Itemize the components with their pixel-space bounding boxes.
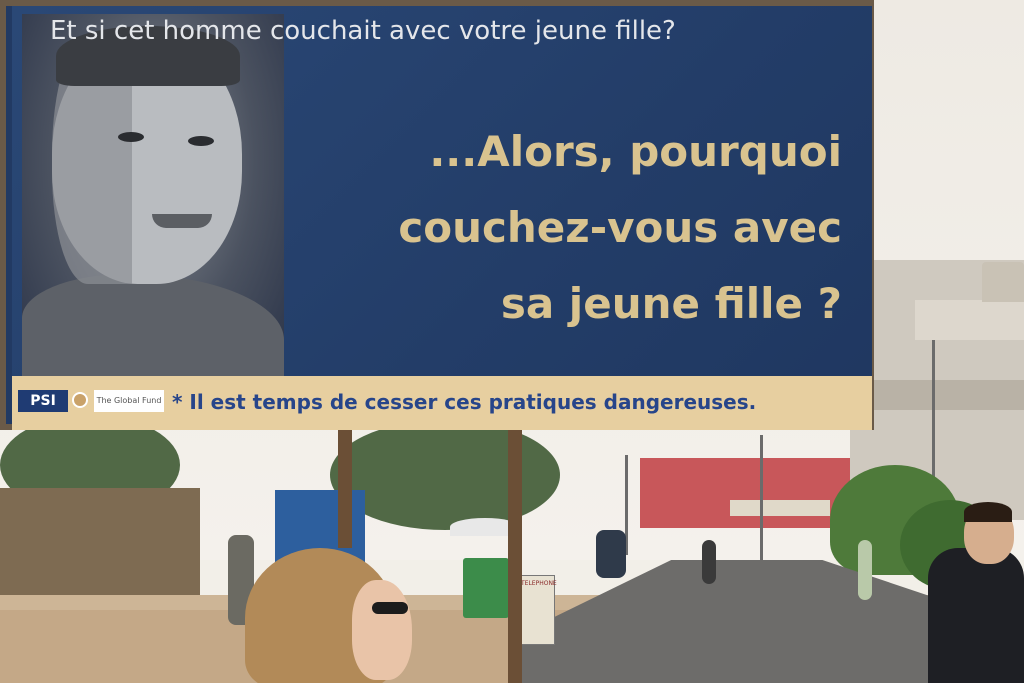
pedestrian xyxy=(858,540,872,600)
man-hair xyxy=(964,502,1012,522)
woman-face xyxy=(352,580,412,680)
motor-tricycle xyxy=(596,530,626,578)
building-right-band xyxy=(850,380,1024,410)
billboard-post-left xyxy=(338,428,352,548)
billboard-panel: Et si cet homme couchait avec votre jeun… xyxy=(12,6,872,430)
headline-line-3: sa jeune fille ? xyxy=(500,279,842,328)
building-right-upper xyxy=(915,300,1024,340)
green-bin xyxy=(463,558,509,618)
billboard-top-line: Et si cet homme couchait avec votre jeun… xyxy=(50,16,676,46)
headline-line-1: ...Alors, pourquoi xyxy=(429,127,842,176)
headline-line-2: couchez-vous avec xyxy=(398,203,842,252)
billboard-post-right xyxy=(508,428,522,683)
eye xyxy=(188,136,214,146)
billboard-footer-text: * Il est temps de cesser ces pratiques d… xyxy=(172,390,757,414)
eye xyxy=(118,132,144,142)
mouth xyxy=(152,214,212,228)
man-portrait xyxy=(22,14,284,380)
sunglasses xyxy=(372,602,408,614)
red-building-roof xyxy=(730,500,830,516)
telephone-sign-text: TELEPHONE xyxy=(521,580,557,587)
pedestrian xyxy=(702,540,716,584)
utility-pole xyxy=(760,435,763,565)
global-fund-logo: The Global Fund xyxy=(94,390,164,412)
psi-logo: PSI xyxy=(18,390,68,412)
hut xyxy=(0,488,200,608)
emblem-icon xyxy=(72,392,88,408)
billboard: Et si cet homme couchait avec votre jeun… xyxy=(0,0,874,430)
man-foreground xyxy=(928,548,1024,683)
red-building xyxy=(640,458,850,528)
telephone-sign: TELEPHONE xyxy=(519,575,557,645)
water-tower xyxy=(982,262,1024,302)
billboard-footer: PSI The Global Fund * Il est temps de ce… xyxy=(12,376,872,430)
billboard-headline: ...Alors, pourquoi couchez-vous avec sa … xyxy=(262,114,842,342)
